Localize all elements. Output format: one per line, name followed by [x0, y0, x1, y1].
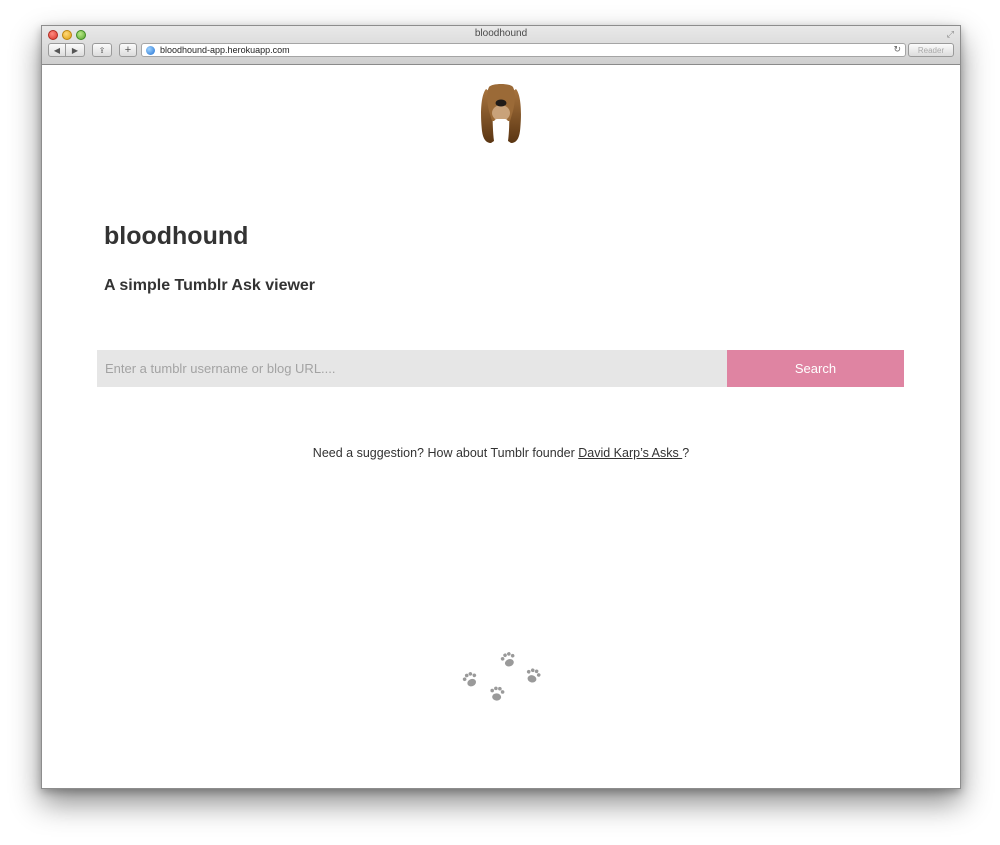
browser-toolbar: bloodhound ⤢ ◀ ▶ ⇪ + bloodhound-app.hero… [42, 26, 960, 65]
add-bookmark-button[interactable]: + [119, 43, 137, 57]
browser-window: bloodhound ⤢ ◀ ▶ ⇪ + bloodhound-app.hero… [41, 25, 961, 789]
page-content: bloodhound A simple Tumblr Ask viewer Se… [42, 65, 960, 788]
reload-icon[interactable]: ↻ [893, 44, 901, 55]
search-input[interactable] [97, 350, 727, 387]
site-title: bloodhound [104, 222, 249, 250]
forward-arrow-icon: ▶ [71, 45, 79, 55]
reader-button[interactable]: Reader [908, 43, 954, 57]
share-button[interactable]: ⇪ [92, 43, 112, 57]
address-bar[interactable]: bloodhound-app.herokuapp.com ↻ [141, 43, 906, 57]
suggestion-text: Need a suggestion? How about Tumblr foun… [42, 446, 960, 460]
suggestion-prefix: Need a suggestion? How about Tumblr foun… [312, 446, 579, 460]
tagline: A simple Tumblr Ask viewer [104, 277, 316, 294]
back-arrow-icon: ◀ [53, 45, 61, 55]
fullscreen-icon[interactable]: ⤢ [947, 29, 954, 40]
back-button[interactable]: ◀ [48, 43, 66, 57]
window-title: bloodhound [474, 28, 528, 39]
forward-button[interactable]: ▶ [66, 43, 85, 57]
paw-prints-icon [462, 652, 541, 701]
url-text[interactable]: bloodhound-app.herokuapp.com [160, 45, 290, 55]
david-karp-asks-link[interactable]: David Karp’s Asks [578, 446, 682, 460]
plus-icon: + [124, 44, 132, 56]
suggestion-suffix: ? [682, 446, 690, 460]
globe-icon [146, 45, 155, 55]
search-button[interactable]: Search [727, 350, 904, 387]
bloodhound-dog-icon [481, 84, 521, 143]
share-icon: ⇪ [98, 45, 106, 55]
